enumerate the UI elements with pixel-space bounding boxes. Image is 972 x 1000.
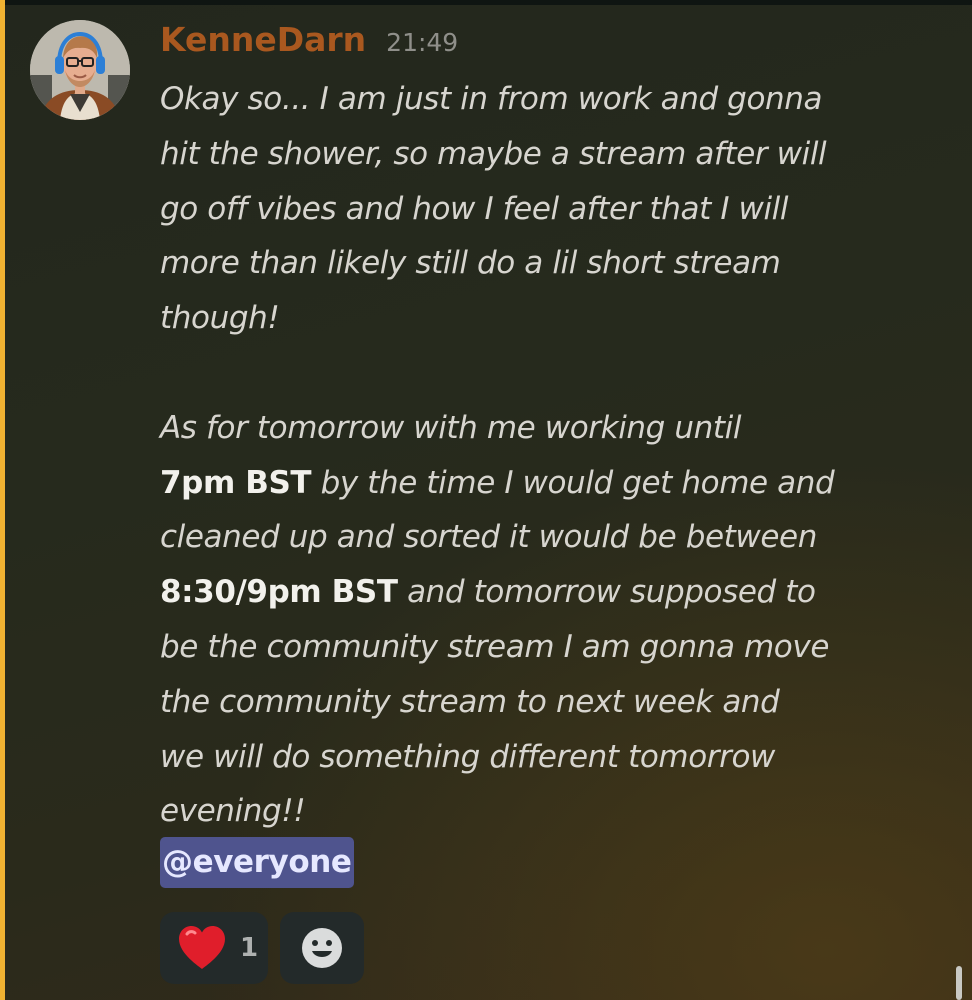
timestamp: 21:49: [386, 28, 459, 57]
message-line: the community stream to next week and: [160, 683, 780, 720]
message-fragment: by the time I would get home and: [320, 464, 835, 501]
chat-screen: KenneDarn 21:49 Okay so... I am just in …: [0, 0, 972, 1000]
message-line: evening!!: [160, 793, 306, 830]
add-reaction-button[interactable]: [280, 912, 364, 984]
smiley-icon: [302, 928, 342, 968]
avatar-photo: [30, 20, 130, 120]
message-line: 7pm BST by the time I would get home and: [160, 456, 950, 511]
message-line: more than likely still do a lil short st…: [160, 245, 781, 282]
username[interactable]: KenneDarn: [160, 20, 366, 59]
message-line: cleaned up and sorted it would be betwee…: [160, 519, 817, 556]
message-line: 8:30/9pm BST and tomorrow supposed to: [160, 565, 950, 620]
avatar[interactable]: [30, 20, 130, 120]
top-edge-divider: [0, 0, 972, 5]
everyone-mention[interactable]: @everyone: [160, 837, 354, 888]
message-line: go off vibes and how I feel after that I…: [160, 190, 789, 227]
message-fragment: and tomorrow supposed to: [407, 574, 816, 611]
red-heart-emoji-icon: [179, 926, 225, 969]
heart-reaction-button[interactable]: 1: [160, 912, 268, 984]
message-line: As for tomorrow with me working until: [160, 409, 742, 446]
message-line: be the community stream I am gonna move: [160, 628, 829, 665]
scrollbar-thumb[interactable]: [956, 966, 962, 1000]
message-line: though!: [160, 300, 280, 337]
message-line: hit the shower, so maybe a stream after …: [160, 135, 827, 172]
message-line: we will do something different tomorrow: [160, 738, 775, 775]
bold-time-830-9pm: 8:30/9pm BST: [160, 574, 398, 611]
mention-highlight-bar: [0, 0, 5, 1000]
message-body: Okay so... I am just in from work and go…: [160, 72, 950, 839]
reaction-count: 1: [240, 933, 259, 963]
bold-time-7pm: 7pm BST: [160, 464, 312, 501]
message-line: Okay so... I am just in from work and go…: [160, 81, 823, 117]
message-header: KenneDarn 21:49: [160, 20, 458, 59]
paragraph-break: [160, 346, 950, 401]
